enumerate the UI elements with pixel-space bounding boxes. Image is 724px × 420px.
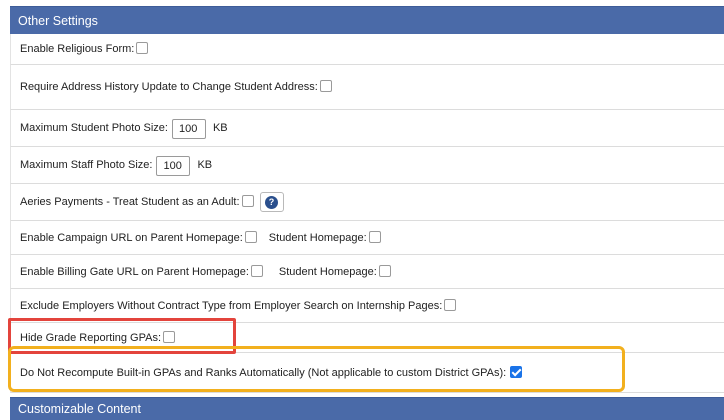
section-header-customizable-content: Customizable Content	[10, 397, 724, 420]
staff-photo-size-input[interactable]: 100	[156, 156, 191, 176]
payments-adult-checkbox[interactable]	[241, 195, 254, 207]
setting-label: Enable Billing Gate URL on Parent Homepa…	[20, 265, 249, 278]
setting-label: Maximum Student Photo Size:	[20, 122, 168, 134]
setting-row-campaign-url: Enable Campaign URL on Parent Homepage: …	[10, 221, 724, 255]
help-button[interactable]: ?	[259, 192, 284, 212]
section-header-other-settings: Other Settings	[10, 6, 724, 34]
setting-label: Aeries Payments - Treat Student as an Ad…	[20, 196, 240, 208]
unit-label: KB	[212, 122, 228, 134]
section-title: Customizable Content	[18, 402, 141, 416]
setting-label: Maximum Staff Photo Size:	[20, 159, 153, 171]
campaign-url-student-checkbox[interactable]	[368, 230, 381, 243]
setting-label: Enable Campaign URL on Parent Homepage:	[20, 231, 243, 244]
setting-row-billing-gate: Enable Billing Gate URL on Parent Homepa…	[10, 255, 724, 289]
setting-label: Exclude Employers Without Contract Type …	[20, 299, 443, 312]
highlight-box-orange	[8, 346, 625, 392]
setting-label: Enable Religious Form:	[20, 43, 135, 55]
unit-label: KB	[197, 159, 213, 171]
setting-row-payments-adult: Aeries Payments - Treat Student as an Ad…	[10, 184, 724, 221]
setting-row-address-history: Require Address History Update to Change…	[10, 65, 724, 110]
setting-label: Require Address History Update to Change…	[20, 81, 318, 93]
campaign-url-parent-checkbox[interactable]	[244, 230, 257, 243]
setting-label-student: Student Homepage:	[268, 231, 367, 244]
religious-form-checkbox[interactable]	[136, 42, 149, 54]
setting-row-staff-photo-size: Maximum Staff Photo Size: 100 KB	[10, 147, 724, 184]
address-history-checkbox[interactable]	[319, 80, 332, 92]
billing-gate-student-checkbox[interactable]	[378, 264, 391, 277]
question-circle-icon: ?	[265, 195, 279, 209]
billing-gate-parent-checkbox[interactable]	[250, 264, 263, 277]
setting-label-student: Student Homepage:	[278, 265, 377, 278]
exclude-employers-checkbox[interactable]	[444, 298, 457, 311]
setting-row-student-photo-size: Maximum Student Photo Size: 100 KB	[10, 110, 724, 147]
student-photo-size-input[interactable]: 100	[171, 119, 206, 139]
section-title: Other Settings	[18, 13, 98, 28]
setting-row-religious-form: Enable Religious Form:	[10, 34, 724, 65]
